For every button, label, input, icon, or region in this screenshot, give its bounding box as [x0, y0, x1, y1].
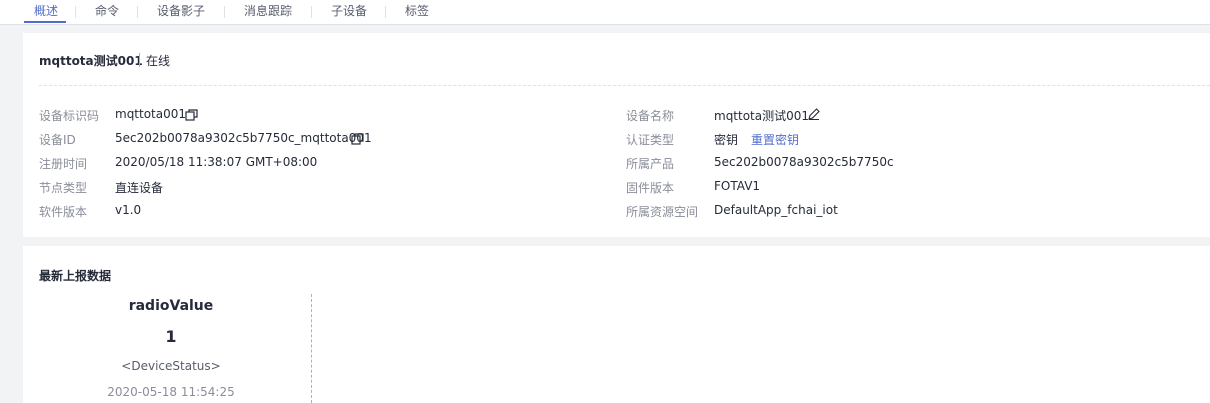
property-name: radioValue: [128, 298, 214, 314]
label-device-identifier: 设备标识码: [39, 109, 100, 123]
label-resource-space: 所属资源空间: [626, 205, 699, 219]
copy-icon[interactable]: [351, 133, 365, 148]
value-device-identifier: mqttota001: [115, 107, 187, 121]
value-node-type: 直连设备: [115, 181, 164, 195]
service-name: <DeviceStatus>: [121, 359, 221, 373]
label-register-time: 注册时间: [39, 157, 88, 171]
label-product: 所属产品: [626, 157, 675, 171]
label-firmware-version: 固件版本: [626, 181, 675, 195]
value-resource-space: DefaultApp_fchai_iot: [714, 203, 838, 217]
tab-overview[interactable]: 概述: [34, 3, 58, 23]
edit-pencil-icon[interactable]: [808, 108, 820, 123]
value-product: 5ec202b0078a9302c5b7750c: [714, 155, 894, 169]
tab-divider: [385, 6, 386, 18]
device-name-title: mqttota测试001: [39, 54, 143, 68]
tab-message-trace[interactable]: 消息跟踪: [244, 3, 292, 23]
title-divider: [139, 53, 140, 67]
active-tab-indicator: [24, 21, 66, 23]
tab-tags[interactable]: 标签: [405, 3, 429, 23]
label-device-id: 设备ID: [39, 133, 76, 147]
value-device-name: mqttota测试001: [714, 109, 810, 123]
tab-device-shadow[interactable]: 设备影子: [157, 3, 205, 23]
latest-data-card: 最新上报数据 radioValue 1 <DeviceStatus> 2020-…: [23, 246, 1210, 403]
device-info-card: mqttota测试001 在线 设备标识码 mqttota001 设备ID 5e…: [23, 33, 1210, 237]
tab-child-devices[interactable]: 子设备: [331, 3, 367, 23]
value-device-id: 5ec202b0078a9302c5b7750c_mqttota001: [115, 131, 372, 145]
label-auth-type: 认证类型: [626, 133, 675, 147]
label-node-type: 节点类型: [39, 181, 88, 195]
value-firmware-version: FOTAV1: [714, 179, 761, 193]
header-divider: [39, 85, 1210, 86]
property-value: 1: [165, 327, 177, 346]
value-register-time: 2020/05/18 11:38:07 GMT+08:00: [115, 155, 318, 169]
tab-bar: 概述 命令 设备影子 消息跟踪 子设备 标签: [0, 0, 1210, 25]
tab-divider: [137, 6, 138, 18]
device-status: 在线: [146, 54, 171, 68]
tab-commands[interactable]: 命令: [95, 3, 119, 23]
latest-data-title: 最新上报数据: [39, 269, 112, 283]
label-device-name: 设备名称: [626, 109, 675, 123]
label-software-version: 软件版本: [39, 205, 88, 219]
tab-divider: [311, 6, 312, 18]
report-time: 2020-05-18 11:54:25: [107, 385, 235, 399]
copy-icon[interactable]: [185, 109, 199, 124]
item-divider: [311, 294, 312, 403]
tab-divider: [224, 6, 225, 18]
tab-divider: [75, 6, 76, 18]
reset-secret-link[interactable]: 重置密钥: [751, 131, 799, 148]
value-software-version: v1.0: [115, 203, 142, 217]
value-auth-type: 密钥: [714, 133, 739, 147]
